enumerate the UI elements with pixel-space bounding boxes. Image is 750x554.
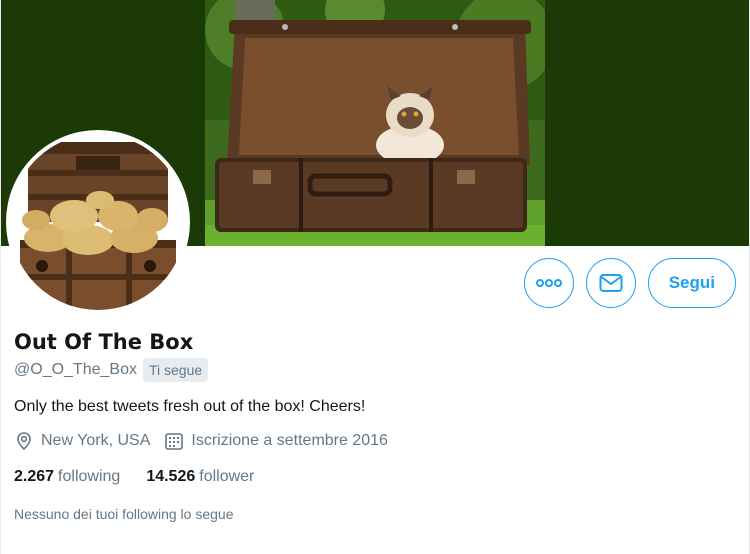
avatar-image: [10, 134, 186, 310]
followers-label: follower: [199, 468, 255, 485]
profile-meta: New York, USA Iscrizione a settembre 201…: [14, 430, 736, 452]
profile-info: Out Of The Box @O_O_The_Box Ti segue Onl…: [14, 328, 736, 524]
profile-name: Out Of The Box: [14, 330, 194, 354]
followers-count: 14.526: [146, 468, 196, 485]
banner-photo: [205, 0, 545, 246]
profile-actions: Segui: [523, 258, 736, 308]
location-item: New York, USA: [14, 430, 150, 452]
avatar[interactable]: [6, 130, 190, 314]
calendar-icon: [165, 433, 184, 450]
profile-bio: Only the best tweets fresh out of the bo…: [14, 398, 366, 415]
profile-handle: @O_O_The_Box: [14, 361, 137, 378]
followers-you-know: Nessuno dei tuoi following lo segue: [14, 506, 234, 522]
joined-text: Iscrizione a settembre 2016: [191, 432, 388, 449]
following-count: 2.267: [14, 468, 55, 485]
more-dots-icon: [535, 279, 562, 287]
envelope-icon: [599, 274, 623, 292]
follows-you-badge: Ti segue: [142, 358, 209, 382]
following-label: following: [58, 468, 121, 485]
location-pin-icon: [17, 432, 31, 451]
location-text: New York, USA: [41, 432, 151, 449]
followers-link[interactable]: 14.526 follower: [146, 466, 254, 488]
follow-button[interactable]: Segui: [647, 258, 736, 308]
handle-row: @O_O_The_Box Ti segue: [14, 358, 736, 382]
profile-stats: 2.267 following 14.526 follower: [14, 466, 736, 488]
more-button[interactable]: [523, 258, 574, 308]
joined-item: Iscrizione a settembre 2016: [164, 430, 388, 452]
message-button[interactable]: [585, 258, 636, 308]
following-link[interactable]: 2.267 following: [14, 466, 120, 488]
